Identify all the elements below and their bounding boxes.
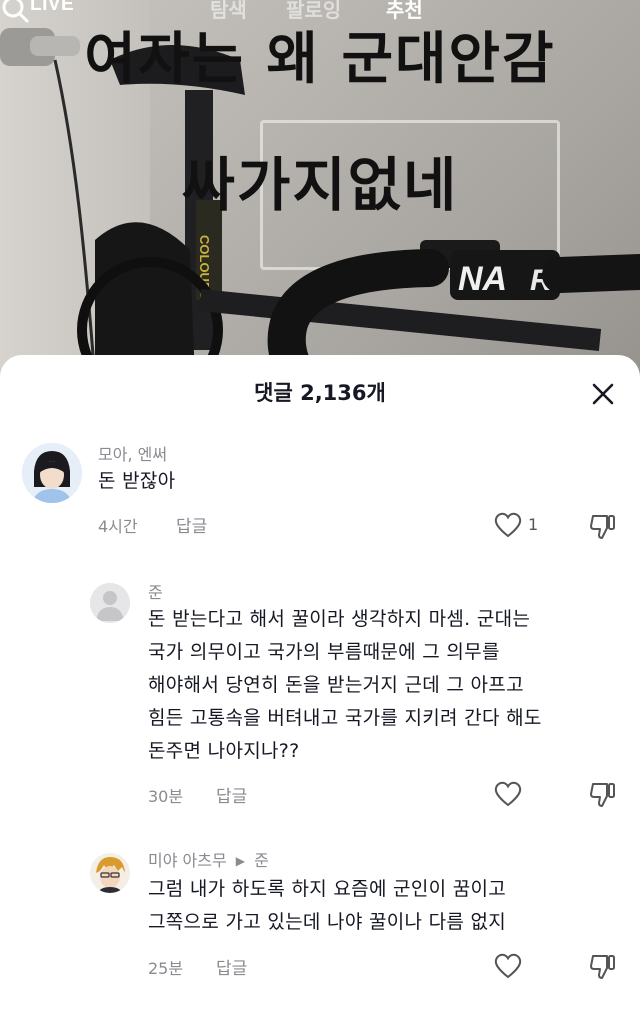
comment-author[interactable]: 준 [148,579,163,603]
comment-text: 그럼 내가 하도록 하지 요즘에 군인이 꿈이고 그쪽으로 가고 있는데 나야 … [148,873,506,939]
comment-text-line: 그럼 내가 하도록 하지 요즘에 군인이 꿈이고 [148,878,507,900]
comment-text-line: 해야해서 당연히 돈을 받는거지 근데 그 아프고 [148,674,524,696]
comment-text: 돈 받는다고 해서 꿀이라 생각하지 마셈. 군대는 국가 의무이고 국가의 부… [148,603,542,768]
reply-button[interactable]: 답글 [176,512,207,537]
heart-icon[interactable] [494,512,522,538]
comment-text-line: 돈주면 나아지나?? [148,740,300,762]
video-caption-line-1: 여자는 왜 군대안감 [84,27,556,92]
comment-author[interactable]: 미야 아츠무 [148,851,227,870]
dislike-icon[interactable] [588,951,618,981]
like-count: 1 [528,515,539,534]
comments-count-title: 댓글 2,136개 [254,381,386,405]
comment-time: 30분 [148,787,184,806]
comment-text-line: 그쪽으로 가고 있는데 나야 꿀이나 다름 없지 [148,911,507,933]
reply-button[interactable]: 답글 [216,782,247,807]
comment-text-line: 돈 받는다고 해서 꿀이라 생각하지 마셈. 군대는 [148,608,531,630]
comment-time: 25분 [148,959,184,978]
video-caption-line-2: 싸가지없네 [181,151,459,219]
avatar[interactable] [22,443,82,503]
close-icon[interactable] [590,381,616,407]
svg-text:NA: NA [458,260,507,298]
heart-icon[interactable] [494,781,522,807]
heart-icon[interactable] [494,953,522,979]
comments-sheet: 댓글 2,136개 모아, 엔써 돈 받잖아 4시간 답글 1 준 돈 받는다고… [0,355,640,1011]
avatar[interactable] [90,583,130,623]
video-player[interactable]: COLOURS NA Ro LIVE 탐색 팔로잉 추천 여자는 왜 군대안감 … [0,0,640,380]
reply-item: 준 돈 받는다고 해서 꿀이라 생각하지 마셈. 군대는 국가 의무이고 국가의… [0,575,640,815]
dislike-icon[interactable] [588,779,618,809]
comment-item: 모아, 엔써 돈 받잖아 4시간 답글 1 [0,435,640,555]
reply-button[interactable]: 답글 [216,954,247,979]
comment-time: 4시간 [98,517,138,536]
comment-text-line: 힘든 고통속을 버텨내고 국가를 지키려 간다 해도 [148,707,542,729]
reply-to-author[interactable]: 준 [254,851,269,870]
reply-item: 미야 아츠무 ▶ 준 그럼 내가 하도록 하지 요즘에 군인이 꿈이고 그쪽으로… [0,843,640,993]
comment-text-line: 국가 의무이고 국가의 부름때문에 그 의무를 [148,641,500,663]
reply-arrow-icon: ▶ [235,854,246,868]
avatar[interactable] [90,853,130,893]
comment-text: 돈 받잖아 [98,470,176,492]
dislike-icon[interactable] [588,511,618,541]
comment-author-line: 미야 아츠무 ▶ 준 [148,847,269,871]
comment-author[interactable]: 모아, 엔써 [98,441,167,465]
